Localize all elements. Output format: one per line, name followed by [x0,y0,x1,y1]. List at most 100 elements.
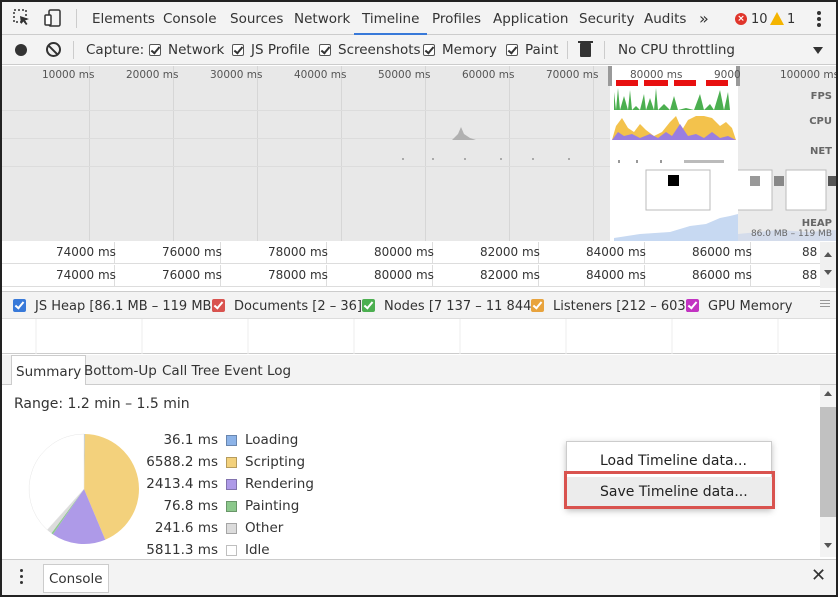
scroll-down-icon[interactable] [824,543,832,548]
tab-profiles[interactable]: Profiles [432,2,481,35]
more-tabs-button[interactable]: » [699,2,709,35]
ruler-tick: 88 [802,268,818,282]
tab-elements[interactable]: Elements [92,2,155,35]
cpu-throttling-select[interactable]: No CPU throttling [618,35,735,65]
paint-checkbox[interactable] [506,44,518,56]
summary-scrollbar[interactable] [820,385,836,557]
screenshots-checkbox-label[interactable]: Screenshots [338,35,421,65]
ruler-tick: 80000 ms [374,245,434,259]
tab-audits[interactable]: Audits [644,2,686,35]
nodes-checkbox[interactable] [362,299,375,312]
js-heap-counter[interactable]: JS Heap [86.1 MB – 119 MB] [35,292,217,322]
track-label-net: NET [809,146,832,157]
tab-security[interactable]: Security [579,2,634,35]
ruler-tick: 78000 ms [268,245,328,259]
error-count[interactable]: 10 [751,2,768,35]
chevron-down-icon[interactable] [813,47,823,54]
legend-value: 36.1 ms [163,432,218,448]
warning-count[interactable]: 1 [787,2,795,35]
overview-selection-window[interactable] [610,66,738,241]
device-toolbar-icon[interactable] [43,8,63,28]
legend-row-idle: 5811.3 ms Idle [132,539,312,561]
drawer-tab-console[interactable]: Console [43,564,109,593]
legend-row-painting: 76.8 ms Painting [132,495,312,517]
network-checkbox[interactable] [149,44,161,56]
legend-value: 5811.3 ms [146,542,218,558]
overview-tick: 70000 ms [546,69,599,81]
screenshots-checkbox[interactable] [319,44,331,56]
timeline-ruler[interactable]: 74000 ms 76000 ms 78000 ms 80000 ms 8200… [2,242,820,264]
legend-value: 6588.2 ms [146,454,218,470]
track-label-cpu: CPU [809,116,832,127]
legend-label: Other [245,520,284,536]
legend-row-loading: 36.1 ms Loading [132,429,312,451]
legend-label: Scripting [245,454,306,470]
gpu-memory-counter[interactable]: GPU Memory [708,292,792,322]
timeline-overview[interactable]: 10000 ms 20000 ms 30000 ms 40000 ms 5000… [2,66,836,241]
tab-event-log[interactable]: Event Log [224,355,291,387]
track-label-fps: FPS [810,91,832,102]
heap-range-label: 86.0 MB – 119 MB [750,229,832,239]
error-icon[interactable]: × [735,13,747,25]
drawer-bar: Console ✕ [2,559,836,595]
clear-icon[interactable] [46,42,61,57]
inspect-element-icon[interactable] [12,8,32,28]
tab-sources[interactable]: Sources [230,2,283,35]
ruler-tick: 84000 ms [586,245,646,259]
overview-tick: 30000 ms [210,69,263,81]
track-label-heap: HEAP [801,218,832,229]
legend-row-other: 241.6 ms Other [132,517,312,539]
memory-checkbox[interactable] [423,44,435,56]
legend-row-rendering: 2413.4 ms Rendering [132,473,314,495]
legend-swatch [226,501,237,512]
tab-console[interactable]: Console [163,2,217,35]
resize-handle-icon[interactable] [820,300,830,309]
warning-icon[interactable] [770,12,784,25]
listeners-checkbox[interactable] [531,299,544,312]
js-heap-checkbox[interactable] [13,299,26,312]
nodes-counter[interactable]: Nodes [7 137 – 11 844] [384,292,536,322]
documents-counter[interactable]: Documents [2 – 36] [234,292,362,322]
legend-swatch [226,545,237,556]
js-profile-checkbox[interactable] [232,44,244,56]
tab-bottom-up[interactable]: Bottom-Up [84,355,157,387]
documents-checkbox[interactable] [212,299,225,312]
listeners-counter[interactable]: Listeners [212 – 603] [553,292,691,322]
scroll-up-icon[interactable] [824,391,832,396]
garbage-collect-icon[interactable] [578,41,593,57]
toolbar-divider [76,9,77,28]
network-checkbox-label[interactable]: Network [168,35,224,65]
legend-value: 76.8 ms [163,498,218,514]
ruler-tick: 86000 ms [692,245,752,259]
scrollbar-thumb[interactable] [820,407,836,517]
ruler-tick: 80000 ms [374,268,434,282]
ruler-tick: 76000 ms [162,268,222,282]
overview-tick: 80000 ms [630,69,683,81]
flamechart-scrollbar[interactable] [820,242,836,288]
scroll-down-icon[interactable] [824,270,832,275]
drawer-menu-icon[interactable] [20,569,24,587]
customize-menu-icon[interactable] [817,11,821,29]
tab-call-tree[interactable]: Call Tree [162,355,220,387]
overview-tick: 50000 ms [378,69,431,81]
record-button[interactable] [15,44,27,56]
summary-pie-chart [28,433,139,544]
tab-application[interactable]: Application [493,2,568,35]
paint-checkbox-label[interactable]: Paint [525,35,558,65]
legend-label: Idle [245,542,270,558]
close-icon[interactable]: ✕ [811,565,826,586]
toolbar-divider [567,41,568,59]
legend-label: Loading [245,432,299,448]
tab-timeline[interactable]: Timeline [354,2,428,35]
js-profile-checkbox-label[interactable]: JS Profile [251,35,310,65]
gpu-memory-checkbox[interactable] [686,299,699,312]
memory-checkbox-label[interactable]: Memory [442,35,497,65]
tab-network[interactable]: Network [294,2,350,35]
ruler-tick: 76000 ms [162,245,222,259]
tab-summary[interactable]: Summary [11,355,87,386]
flamechart-ruler[interactable]: 74000 ms 76000 ms 78000 ms 80000 ms 8200… [2,265,820,287]
ruler-tick: 74000 ms [56,268,116,282]
counter-graph [2,319,836,354]
scroll-up-icon[interactable] [824,252,832,257]
selection-left-handle[interactable] [608,66,612,86]
